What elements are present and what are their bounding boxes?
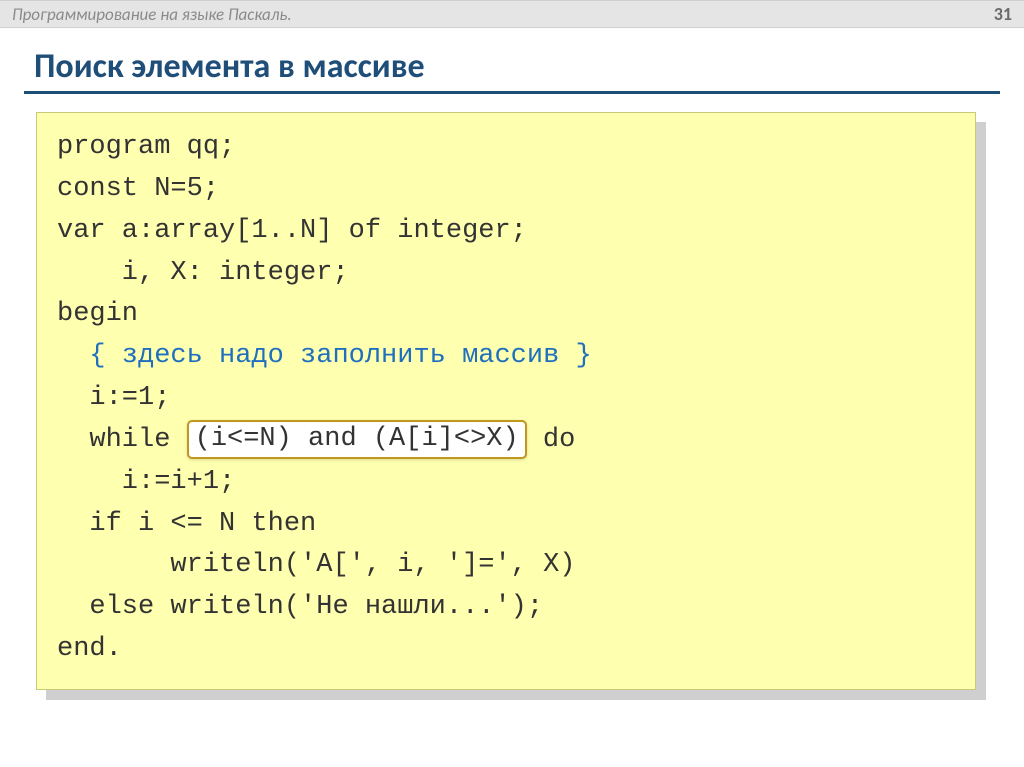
header-bar: Программирование на языке Паскаль. 31 — [0, 0, 1024, 28]
code-line: i:=i+1; — [57, 462, 955, 504]
while-condition-highlight: (i<=N) and (A[i]<>X) — [187, 420, 527, 459]
code-line: var a:array[1..N] of integer; — [57, 211, 955, 253]
code-block: program qq;const N=5;var a:array[1..N] o… — [36, 112, 976, 690]
code-line: const N=5; — [57, 169, 955, 211]
code-line: program qq; — [57, 127, 955, 169]
code-line: else writeln('Не нашли...'); — [57, 587, 955, 629]
slide-body: Поиск элемента в массиве program qq;cons… — [0, 28, 1024, 690]
code-line: i, X: integer; — [57, 253, 955, 295]
code-line: begin — [57, 294, 955, 336]
breadcrumb: Программирование на языке Паскаль. — [12, 4, 292, 25]
code-line: writeln('A[', i, ']=', X) — [57, 545, 955, 587]
code-fragment: while — [57, 425, 187, 455]
code-container: program qq;const N=5;var a:array[1..N] o… — [36, 112, 976, 690]
code-line: i:=1; — [57, 378, 955, 420]
page-number: 31 — [994, 3, 1012, 25]
code-line: end. — [57, 629, 955, 671]
code-comment: { здесь надо заполнить массив } — [57, 336, 955, 378]
code-line: if i <= N then — [57, 504, 955, 546]
title-underline — [24, 91, 1000, 94]
code-line-while: while (i<=N) and (A[i]<>X) do — [57, 420, 955, 462]
slide-title: Поиск элемента в массиве — [34, 46, 1000, 87]
code-fragment: do — [527, 425, 576, 455]
